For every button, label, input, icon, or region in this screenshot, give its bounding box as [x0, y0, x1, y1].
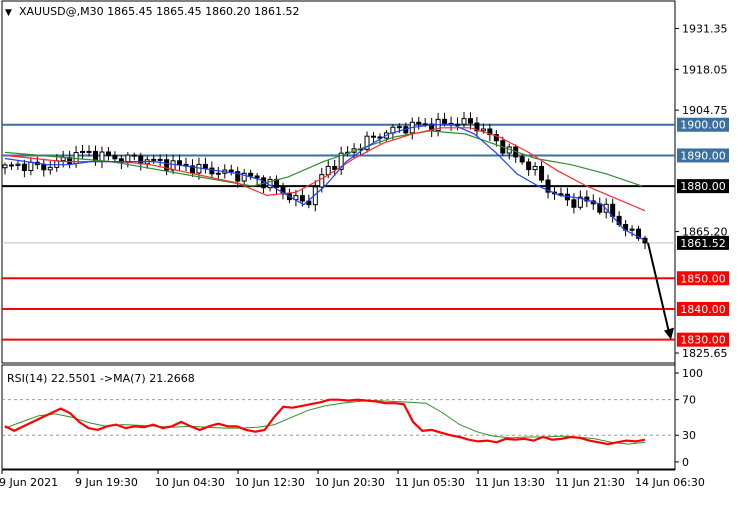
time-tick-label-4: 10 Jun 20:30: [315, 476, 385, 489]
level-label-1900.00: 1900.00: [680, 119, 726, 132]
candle-body: [526, 161, 532, 171]
candle-body: [461, 118, 467, 125]
candle-body: [558, 193, 564, 196]
time-axis-ticks: 9 Jun 2021 9 Jun 19:30 10 Jun 04:30 10 Jun …: [0, 470, 705, 489]
chart-window: 1931.35 1918.05 1904.75 1865.20 1825.65 1900…: [0, 0, 740, 507]
candle-body: [442, 118, 448, 124]
candle-body: [202, 163, 208, 169]
candle-body: [422, 123, 428, 126]
candle-body: [15, 163, 21, 166]
candle-body: [254, 175, 260, 179]
candle-body: [319, 174, 325, 188]
candle-body: [571, 199, 577, 208]
candle-body: [21, 163, 27, 172]
candle-body: [2, 164, 8, 169]
candle-body: [47, 166, 53, 171]
time-tick-label-1: 9 Jun 19:30: [75, 476, 138, 489]
price-tick-label-1825.65: 1825.65: [682, 347, 728, 360]
candle-body: [151, 158, 157, 161]
candle-body: [332, 165, 338, 170]
candle-body: [209, 167, 215, 175]
time-tick-label-0: 9 Jun 2021: [0, 476, 58, 489]
level-label-1850.00: 1850.00: [680, 272, 726, 285]
candle-body: [642, 237, 648, 244]
candle-body: [131, 154, 137, 157]
candle-body: [80, 150, 86, 154]
time-tick-label-2: 10 Jun 04:30: [155, 476, 225, 489]
candle-body: [41, 164, 47, 171]
candle-body: [539, 165, 545, 181]
current-price-label: 1861.52: [680, 237, 726, 250]
price-tick-label-1918.05: 1918.05: [682, 63, 728, 76]
candle-body: [54, 160, 60, 168]
candle-body: [480, 128, 486, 132]
price-tick-label-1931.35: 1931.35: [682, 22, 728, 35]
candle-body: [519, 156, 525, 163]
time-tick-label-6: 11 Jun 13:30: [475, 476, 545, 489]
candles-layer: [2, 112, 648, 249]
candle-body: [629, 228, 635, 231]
forecast-arrow-head: [664, 327, 674, 340]
candle-body: [467, 118, 473, 124]
candle-body: [157, 158, 163, 161]
candle-body: [138, 155, 144, 165]
ma-red-line: [4, 127, 646, 212]
price-tick-label-1904.75: 1904.75: [682, 104, 728, 117]
candle-body: [597, 203, 603, 213]
candle-body: [455, 123, 461, 126]
candle-body: [99, 151, 105, 162]
candle-body: [299, 195, 305, 202]
symbol-info: XAUUSD@,M30 1865.45 1865.45 1860.20 1861…: [19, 5, 300, 18]
level-label-1830.00: 1830.00: [680, 334, 726, 347]
time-tick-label-3: 10 Jun 12:30: [235, 476, 305, 489]
candle-body: [28, 161, 34, 172]
candle-body: [228, 169, 234, 173]
candle-body: [215, 172, 221, 175]
candle-body: [8, 164, 14, 167]
rsi-tick-label-70: 70: [682, 394, 696, 407]
time-tick-label-5: 11 Jun 05:30: [395, 476, 465, 489]
candle-body: [248, 172, 254, 177]
level-label-1890.00: 1890.00: [680, 149, 726, 162]
candle-body: [105, 151, 111, 157]
time-tick-label-7: 11 Jun 21:30: [555, 476, 625, 489]
forecast-arrow-layer: [647, 242, 674, 340]
level-label-1840.00: 1840.00: [680, 303, 726, 316]
rsi-layer: [2, 398, 675, 446]
forecast-arrow-shaft: [647, 242, 671, 337]
rsi-ma-line: [4, 400, 646, 445]
time-tick-label-8: 14 Jun 06:30: [635, 476, 705, 489]
rsi-tick-label-0: 0: [682, 456, 689, 469]
candle-body: [532, 165, 538, 171]
rsi-tick-label-30: 30: [682, 429, 696, 442]
candle-body: [177, 160, 183, 165]
candle-body: [370, 135, 376, 138]
rsi-tick-label-100: 100: [682, 367, 703, 380]
symbol-dropdown-icon[interactable]: ▼: [5, 8, 12, 18]
candle-body: [416, 121, 422, 125]
rsi-axis-ticks: 100 70 30 0: [675, 367, 703, 469]
trading-chart[interactable]: 1931.351918.051904.751865.201825.65 1900…: [0, 0, 740, 507]
candle-body: [86, 150, 92, 153]
rsi-title: RSI(14) 22.5501 ->MA(7) 21.2668: [7, 372, 195, 385]
candle-body: [396, 126, 402, 129]
level-label-1880.00: 1880.00: [680, 180, 726, 193]
candle-body: [112, 155, 118, 160]
